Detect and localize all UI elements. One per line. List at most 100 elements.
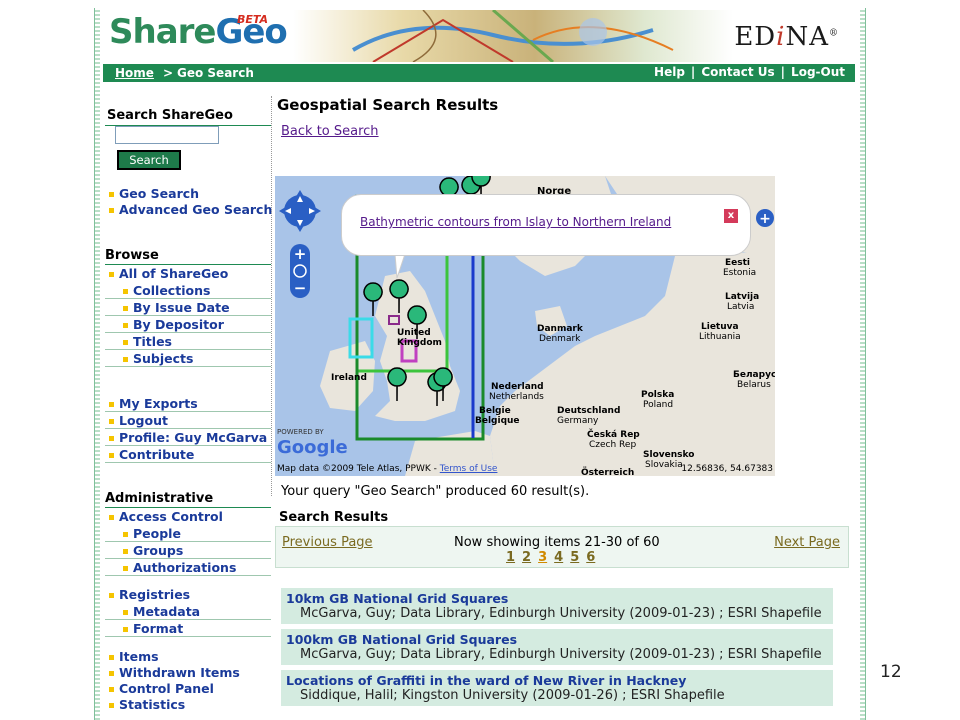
- bullet-icon: [123, 549, 128, 554]
- result-meta: McGarva, Guy; Data Library, Edinburgh Un…: [300, 647, 822, 662]
- bullet-icon: [109, 655, 114, 660]
- authorizations-link[interactable]: Authorizations: [105, 559, 271, 576]
- authorizations-label: Authorizations: [133, 560, 237, 575]
- format-link[interactable]: Format: [105, 620, 271, 637]
- pagination-bar: Previous Page Now showing items 21-30 of…: [275, 526, 849, 568]
- header-banner-image: [293, 10, 733, 62]
- bullet-icon: [123, 306, 128, 311]
- map-label-lithuania: Lithuania: [699, 332, 741, 342]
- logout-link[interactable]: Logout: [105, 412, 271, 429]
- result-title-link[interactable]: 10km GB National Grid Squares: [286, 591, 828, 606]
- slide-number: 12: [880, 662, 902, 682]
- map-label-deutschland: Deutschland: [557, 406, 621, 416]
- profile-link[interactable]: Profile: Guy McGarva: [105, 429, 271, 446]
- bullet-icon: [123, 357, 128, 362]
- map-label-slovakia: Slovakia: [645, 460, 683, 470]
- breadcrumb-home-link[interactable]: Home: [115, 66, 154, 80]
- map-label-belarus: Беларус: [733, 370, 775, 380]
- bullet-icon: [109, 671, 114, 676]
- control-panel-link[interactable]: Control Panel: [105, 681, 271, 697]
- withdrawn-items-link[interactable]: Withdrawn Items: [105, 665, 271, 681]
- map-zoom-control[interactable]: + −: [290, 244, 310, 298]
- registries-link[interactable]: Registries: [105, 586, 271, 603]
- map-label-lietuva: Lietuva: [701, 322, 739, 332]
- edina-logo[interactable]: EDiNA®: [734, 22, 839, 52]
- browse-collections-link[interactable]: Collections: [105, 282, 271, 299]
- browse-all-label: All of ShareGeo: [119, 266, 229, 281]
- browse-subjects-link[interactable]: Subjects: [105, 350, 271, 367]
- my-exports-link[interactable]: My Exports: [105, 395, 271, 412]
- contact-us-link[interactable]: Contact Us: [701, 65, 774, 79]
- svg-text:+: +: [759, 211, 771, 227]
- result-title-link[interactable]: 100km GB National Grid Squares: [286, 632, 828, 647]
- popup-result-link[interactable]: Bathymetric contours from Islay to North…: [360, 215, 671, 229]
- result-meta: Siddique, Halil; Kingston University (20…: [300, 688, 725, 703]
- popup-close-icon[interactable]: x: [724, 209, 738, 223]
- page-link-3-current[interactable]: 3: [538, 550, 547, 565]
- log-out-link[interactable]: Log-Out: [791, 65, 845, 79]
- top-nav-bar: Home > Geo Search Help | Contact Us | Lo…: [103, 64, 855, 82]
- contribute-link[interactable]: Contribute: [105, 446, 271, 463]
- bullet-icon: [123, 340, 128, 345]
- metadata-link[interactable]: Metadata: [105, 603, 271, 620]
- logout-label: Logout: [119, 413, 168, 428]
- page-link-1[interactable]: 1: [506, 550, 515, 565]
- profile-label: Profile: Guy McGarva: [119, 430, 268, 445]
- result-title-link[interactable]: Locations of Graffiti in the ward of New…: [286, 673, 828, 688]
- terms-of-use-link[interactable]: Terms of Use: [440, 464, 498, 474]
- my-exports-label: My Exports: [119, 396, 198, 411]
- page-link-5[interactable]: 5: [570, 550, 579, 565]
- advanced-geo-search-link[interactable]: Advanced Geo Search: [109, 202, 272, 218]
- search-map[interactable]: + − + Norge Eesti Estonia Latvija Latvia…: [275, 176, 775, 476]
- map-label-belgique: Belgique: [475, 416, 520, 426]
- page-link-6[interactable]: 6: [586, 550, 595, 565]
- map-label-danmark: Danmark: [537, 324, 583, 334]
- browse-by-depositor-link[interactable]: By Depositor: [105, 316, 271, 333]
- map-label-belgie: Belgie: [479, 406, 511, 416]
- logo-share-text: Share: [109, 12, 216, 52]
- bullet-icon: [109, 687, 114, 692]
- statistics-label: Statistics: [119, 697, 186, 712]
- nav-divider: |: [780, 65, 786, 79]
- next-page-link[interactable]: Next Page: [774, 535, 840, 550]
- previous-page-link[interactable]: Previous Page: [282, 535, 373, 550]
- bullet-icon: [123, 566, 128, 571]
- geo-search-link-label: Geo Search: [119, 186, 200, 201]
- bullet-icon: [109, 453, 114, 458]
- back-to-search-link[interactable]: Back to Search: [281, 124, 379, 139]
- result-item: 100km GB National Grid Squares McGarva, …: [281, 629, 833, 665]
- map-label-belarus-en: Belarus: [737, 380, 771, 390]
- page-frame: ShareGeo BETA EDiNA® Home > Geo Search H…: [94, 8, 866, 720]
- google-logo[interactable]: Google: [277, 437, 348, 458]
- map-label-latvija: Latvija: [725, 292, 760, 302]
- registries-label: Registries: [119, 587, 191, 602]
- access-control-link[interactable]: Access Control: [105, 508, 271, 525]
- help-link[interactable]: Help: [654, 65, 685, 79]
- search-input[interactable]: [115, 126, 219, 144]
- query-summary: Your query "Geo Search" produced 60 resu…: [281, 484, 590, 499]
- google-logo-text: Google: [277, 437, 348, 458]
- browse-titles-label: Titles: [133, 334, 172, 349]
- page-link-4[interactable]: 4: [554, 550, 563, 565]
- browse-by-issue-date-label: By Issue Date: [133, 300, 230, 315]
- browse-titles-link[interactable]: Titles: [105, 333, 271, 350]
- map-label-ireland: Ireland: [331, 373, 367, 383]
- search-links: Geo Search Advanced Geo Search: [105, 186, 272, 242]
- browse-by-issue-date-link[interactable]: By Issue Date: [105, 299, 271, 316]
- beta-badge: BETA: [237, 13, 269, 26]
- page-link-2[interactable]: 2: [522, 550, 531, 565]
- map-label-denmark: Denmark: [539, 334, 581, 344]
- map-label-estonia: Estonia: [723, 268, 757, 278]
- map-label-polska: Polska: [641, 390, 675, 400]
- search-button[interactable]: Search: [117, 150, 181, 170]
- geo-search-link[interactable]: Geo Search: [109, 186, 199, 202]
- statistics-link[interactable]: Statistics: [105, 697, 271, 713]
- groups-link[interactable]: Groups: [105, 542, 271, 559]
- page-number-links: 1 2 3 4 5 6: [506, 550, 595, 565]
- map-expand-control[interactable]: +: [756, 209, 774, 227]
- items-link[interactable]: Items: [105, 649, 271, 665]
- browse-all-link[interactable]: All of ShareGeo: [105, 265, 271, 282]
- people-link[interactable]: People: [105, 525, 271, 542]
